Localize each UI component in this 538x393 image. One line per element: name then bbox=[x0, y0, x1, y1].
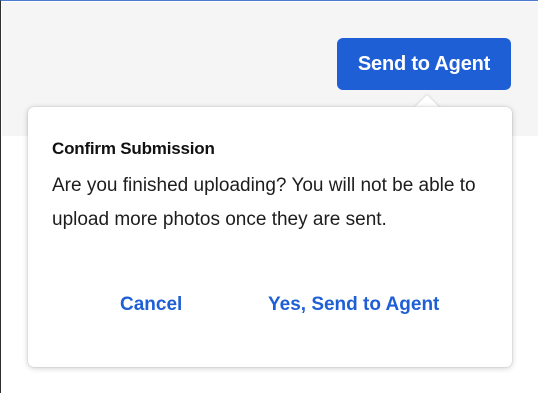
popover-actions: Cancel Yes, Send to Agent bbox=[28, 291, 512, 327]
cancel-button[interactable]: Cancel bbox=[120, 291, 182, 319]
confirm-submission-popover: Confirm Submission Are you finished uplo… bbox=[28, 107, 512, 367]
send-to-agent-button[interactable]: Send to Agent bbox=[337, 38, 511, 90]
yes-send-to-agent-button[interactable]: Yes, Send to Agent bbox=[268, 291, 439, 319]
popover-message: Are you finished uploading? You will not… bbox=[52, 175, 476, 230]
app-frame: Send to Agent Confirm Submission Are you… bbox=[0, 0, 538, 393]
popover-title: Confirm Submission bbox=[52, 139, 215, 158]
